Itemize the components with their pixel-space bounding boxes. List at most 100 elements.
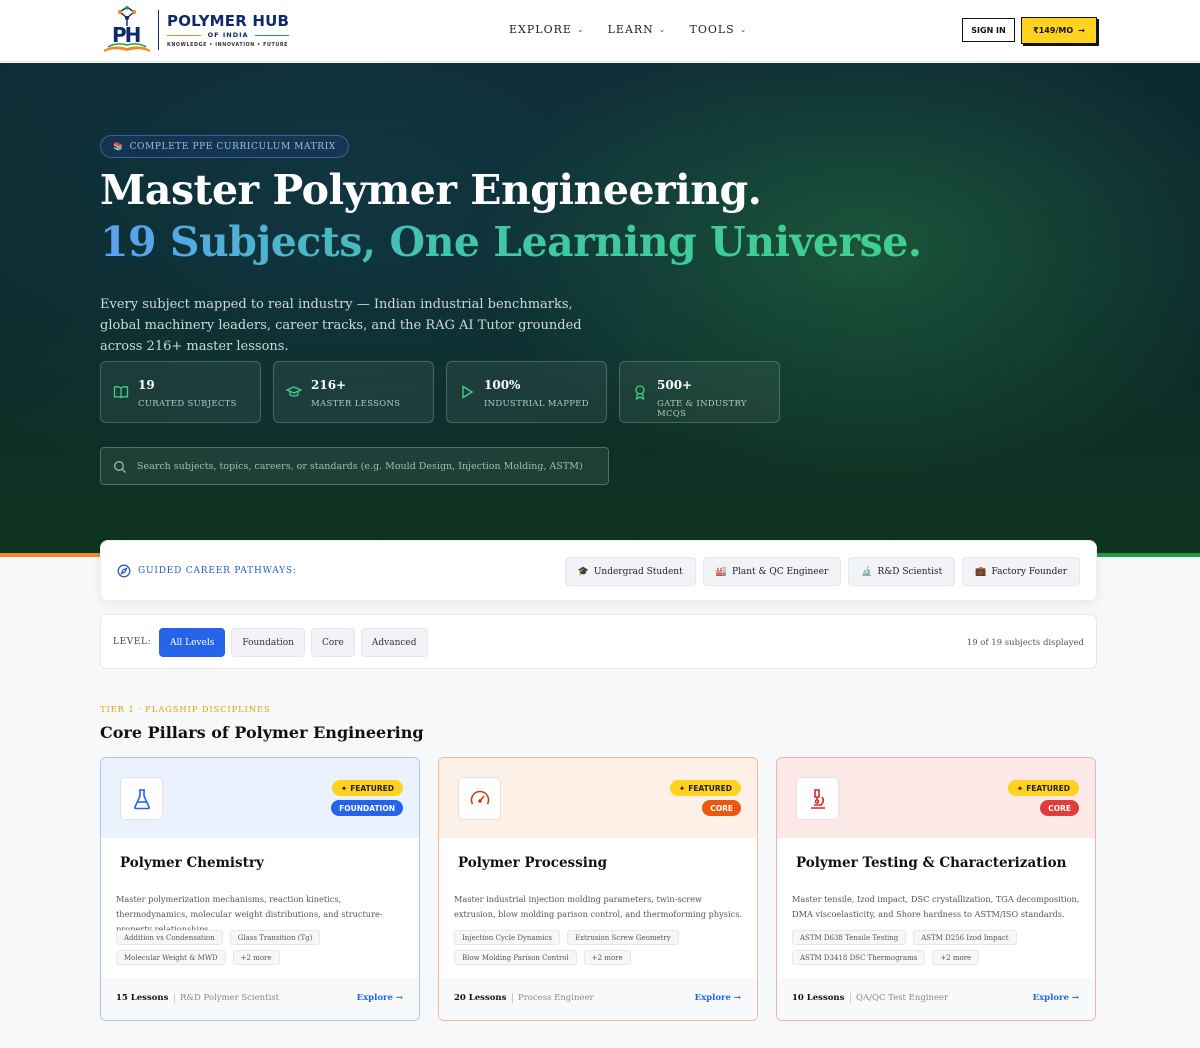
level-all[interactable]: All Levels [159,628,226,657]
lesson-count: 15 Lessons [116,993,169,1003]
level-filter-bar: LEVEL: All Levels Foundation Core Advanc… [100,614,1097,669]
stat-label: CURATED SUBJECTS [138,399,237,409]
briefcase-icon: 💼 [975,566,987,577]
featured-label: FEATURED [688,783,732,793]
level-core[interactable]: Core [310,628,355,657]
more-tags[interactable]: +2 more [232,950,280,965]
pathway-label: Undergrad Student [593,566,683,577]
stat-card-lessons: 216+ MASTER LESSONS [273,361,434,423]
nav-explore[interactable]: EXPLORE ⌄ [509,23,585,36]
explore-link[interactable]: Explore → [357,993,403,1003]
main-nav: EXPLORE ⌄ LEARN ⌄ TOOLS ⌄ [509,23,747,36]
stat-card-subjects: 19 CURATED SUBJECTS [100,361,261,423]
topic-tag: Blow Molding Parison Control [454,950,577,965]
card-footer: 15 Lessons R&D Polymer Scientist Explore… [101,978,419,1020]
topic-tag: ASTM D638 Tensile Testing [792,930,907,945]
brand-tagline: KNOWLEDGE • INNOVATION • FUTURE [167,42,288,48]
nav-tools-label: TOOLS [689,23,735,36]
chevron-down-icon: ⌄ [658,25,667,34]
star-icon: ✦ [678,783,686,793]
pathway-rd-scientist[interactable]: 🔬 R&D Scientist [848,557,956,586]
subject-card-polymer-testing[interactable]: ✦ FEATURED CORE Polymer Testing & Charact… [776,757,1096,1021]
hero-title-line1: Master Polymer Engineering. [100,166,762,214]
stat-label: MASTER LESSONS [311,399,401,409]
pill-label: COMPLETE PPE CURRICULUM MATRIX [129,141,336,152]
career-pathways-bar: GUIDED CAREER PATHWAYS: 🎓 Undergrad Stude… [100,540,1097,601]
topic-tag: Addition vs Condensation [116,930,223,945]
logo-text: POLYMER HUB OF INDIA KNOWLEDGE • INNOVAT… [167,12,290,48]
microscope-icon [810,788,825,809]
subject-card-polymer-processing[interactable]: ✦ FEATURED CORE Polymer Processing Master… [438,757,758,1021]
books-icon: 📚 [113,142,124,151]
career-role: Process Engineer [518,993,594,1003]
stat-label: GATE & INDUSTRY MCQS [657,399,747,419]
topic-tag: ASTM D3418 DSC Thermograms [792,950,926,965]
pathway-label: Factory Founder [991,566,1067,577]
brand-logo[interactable]: PH POLYMER HUB OF INDIA KNOWLEDGE • INNO… [100,6,290,54]
award-icon [635,385,645,400]
featured-label: FEATURED [350,783,394,793]
card-footer: 20 Lessons Process Engineer Explore → [439,978,757,1020]
level-badge: CORE [1040,800,1079,816]
career-role: QA/QC Test Engineer [856,993,949,1003]
pathway-undergrad-student[interactable]: 🎓 Undergrad Student [564,557,696,586]
hero-description: Every subject mapped to real industry — … [100,297,582,354]
more-tags[interactable]: +2 more [932,950,980,965]
sign-in-button[interactable]: SIGN IN [962,18,1015,42]
hero-title-line2: 19 Subjects, One Learning Universe. [100,218,922,266]
card-footer: 10 Lessons QA/QC Test Engineer Explore → [777,978,1095,1020]
graduation-cap-icon: 🎓 [577,566,589,577]
subscribe-button[interactable]: ₹149/MO → [1021,17,1097,44]
arrow-right-icon: → [1078,26,1085,35]
footer-divider [174,993,175,1003]
nav-learn[interactable]: LEARN ⌄ [608,23,667,36]
level-foundation[interactable]: Foundation [231,628,305,657]
stat-value: 500+ [657,378,693,392]
factory-icon: 🏭 [715,566,727,577]
chevron-down-icon: ⌄ [739,25,748,34]
footer-divider [850,993,851,1003]
explore-link[interactable]: Explore → [1033,993,1079,1003]
more-tags[interactable]: +2 more [583,950,631,965]
tier-title: Core Pillars of Polymer Engineering [100,723,424,742]
card-tags: Injection Cycle Dynamics Extrusion Screw… [454,930,748,965]
featured-label: FEATURED [1026,783,1070,793]
star-icon: ✦ [340,783,348,793]
stat-value: 100% [484,378,521,392]
book-icon [113,386,129,399]
level-label: LEVEL: [113,637,152,647]
pathways-label-group: GUIDED CAREER PATHWAYS: [117,564,297,578]
chevron-down-icon: ⌄ [576,25,585,34]
lesson-count: 10 Lessons [792,993,845,1003]
card-icon-box [796,777,839,820]
nav-tools[interactable]: TOOLS ⌄ [690,23,748,36]
card-icon-box [458,777,501,820]
topic-tag: Injection Cycle Dynamics [454,930,560,945]
career-role: R&D Polymer Scientist [180,993,280,1003]
pathway-factory-founder[interactable]: 💼 Factory Founder [962,557,1080,586]
card-title: Polymer Processing [458,855,608,871]
card-tags: Addition vs Condensation Glass Transitio… [116,930,410,965]
level-advanced[interactable]: Advanced [360,628,428,657]
nav-explore-label: EXPLORE [509,23,572,36]
stat-value: 216+ [311,378,347,392]
pathways-label: GUIDED CAREER PATHWAYS: [138,566,297,576]
site-header: PH POLYMER HUB OF INDIA KNOWLEDGE • INNO… [0,0,1200,62]
pathway-plant-qc-engineer[interactable]: 🏭 Plant & QC Engineer [702,557,842,586]
pathway-label: Plant & QC Engineer [731,566,829,577]
search-input[interactable] [137,448,597,484]
featured-badge: ✦ FEATURED [1007,780,1079,796]
graduation-cap-icon [286,386,302,397]
card-tags: ASTM D638 Tensile Testing ASTM D256 Izod… [792,930,1086,965]
logo-divider [158,10,159,50]
nav-learn-label: LEARN [607,23,654,36]
topic-tag: Molecular Weight & MWD [116,950,226,965]
card-icon-box [120,777,163,820]
pathway-buttons: 🎓 Undergrad Student 🏭 Plant & QC Engineer … [564,557,1080,586]
subject-card-polymer-chemistry[interactable]: ✦ FEATURED FOUNDATION Polymer Chemistry M… [100,757,420,1021]
topic-tag: ASTM D256 Izod Impact [913,930,1017,945]
explore-link[interactable]: Explore → [695,993,741,1003]
topic-tag: Extrusion Screw Geometry [566,930,679,945]
star-icon: ✦ [1016,783,1024,793]
lesson-count: 20 Lessons [454,993,507,1003]
